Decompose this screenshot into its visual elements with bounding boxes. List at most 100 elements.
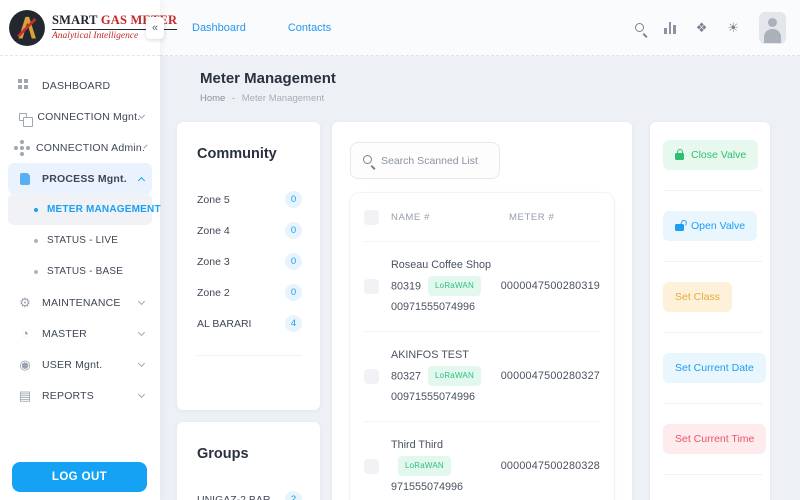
bullet-icon [34,270,38,274]
divider [663,190,762,191]
sidebar-item-master[interactable]: ◔ MASTER [8,318,152,349]
divider [663,403,762,404]
community-item-zone5[interactable]: Zone 5 0 [197,184,302,215]
topnav-contacts-link[interactable]: Contacts [288,22,331,34]
sidebar-item-status-live[interactable]: STATUS - LIVE [8,225,152,256]
sidebar-item-dashboard[interactable]: DASHBOARD [8,70,152,101]
groups-title: Groups [197,446,302,462]
chevron-down-icon [138,360,145,367]
table-row[interactable]: Third Third LoRaWAN 971555074996 00000475… [364,422,600,500]
search-box [350,142,500,179]
sidebar-collapse-button[interactable]: « [146,17,164,39]
lorawan-badge: LoRaWAN [428,276,481,296]
row-checkbox[interactable] [364,279,379,294]
set-class-button[interactable]: Set Class [663,282,732,312]
community-item-zone3[interactable]: Zone 3 0 [197,246,302,277]
sidebar-item-maintenance[interactable]: ⚙ MAINTENANCE [8,287,152,318]
community-item-zone4[interactable]: Zone 4 0 [197,215,302,246]
search-input[interactable] [381,143,496,178]
sidebar-item-process-mgnt[interactable]: PROCESS Mgnt. [8,163,152,194]
gear-icon: ⚙ [18,296,32,309]
row-checkbox[interactable] [364,459,379,474]
close-valve-button[interactable]: Close Valve [663,140,758,170]
row-checkbox[interactable] [364,369,379,384]
divider [663,332,762,333]
groups-card: Groups UNIGAZ-2 BAR 2 [177,422,320,500]
community-card: Community Zone 5 0 Zone 4 0 Zone 3 0 Zon… [177,122,320,410]
open-valve-button[interactable]: Open Valve [663,211,757,241]
sidebar-item-connection-mgnt[interactable]: CONNECTION Mgnt. [8,101,152,132]
community-item-albarari[interactable]: AL BARARI 4 [197,308,302,339]
breadcrumb-current: Meter Management [242,93,324,104]
actions-card: Close Valve Open Valve Set Class Set Cur… [650,122,770,500]
meter-list-card: NAME # METER # Roseau Coffee Shop 80319L… [332,122,632,500]
topbar: Dashboard Contacts ❖ ☀ [160,0,800,56]
chevron-down-icon [138,329,145,336]
count-badge: 0 [285,222,302,239]
lorawan-badge: LoRaWAN [398,456,451,476]
divider [663,261,762,262]
page-title: Meter Management [200,70,336,87]
sidebar-menu: DASHBOARD CONNECTION Mgnt. CONNECTION Ad… [0,56,160,411]
row-phone: 971555074996 [391,477,501,498]
grid-icon [18,84,32,88]
count-badge: 0 [285,253,302,270]
group-item-unigaz[interactable]: UNIGAZ-2 BAR 2 [197,484,302,500]
table-header: NAME # METER # [364,193,600,241]
brand-logo-icon [8,9,46,47]
col-header-name: NAME # [391,212,509,223]
bullet-icon [34,239,38,243]
lock-closed-icon [675,153,684,160]
search-icon[interactable] [635,23,644,32]
topnav-dashboard-link[interactable]: Dashboard [192,22,246,34]
set-current-date-button[interactable]: Set Current Date [663,353,766,383]
row-meter: 0000047500280328 [501,460,600,472]
count-badge: 0 [285,191,302,208]
theme-toggle-icon[interactable]: ☀ [727,21,739,34]
logout-button[interactable]: LOG OUT [12,462,147,492]
lorawan-badge: LoRaWAN [428,366,481,386]
report-icon: ▤ [18,389,32,402]
bullet-icon [34,208,38,212]
community-title: Community [197,146,302,162]
breadcrumb-home[interactable]: Home [200,93,225,104]
frames-icon [18,113,27,121]
row-meter: 0000047500280327 [501,370,600,382]
divider [663,474,762,475]
row-phone: 00971555074996 [391,297,501,318]
chevron-down-icon [138,391,145,398]
brand-logo: SMART GAS METER Analytical Intelligence [0,0,160,56]
main-content: Meter Management Home - Meter Management… [160,56,800,500]
brand-title-primary: SMART [52,13,97,27]
breadcrumb: Home - Meter Management [200,93,324,104]
dots-icon [18,146,26,150]
pie-icon: ◔ [18,327,32,340]
chevron-down-icon [138,298,145,305]
community-item-zone2[interactable]: Zone 2 0 [197,277,302,308]
row-name: Third Third [391,439,443,451]
sidebar-item-reports[interactable]: ▤ REPORTS [8,380,152,411]
chevron-up-icon [138,176,145,183]
col-header-meter: METER # [509,212,600,223]
row-meter: 0000047500280319 [501,280,600,292]
apps-icon[interactable]: ❖ [696,21,708,34]
count-badge: 2 [285,491,302,500]
table-row[interactable]: Roseau Coffee Shop 80319LoRaWAN 00971555… [364,242,600,331]
set-current-time-button[interactable]: Set Current Time [663,424,766,454]
sidebar-item-meter-management[interactable]: METER MANAGEMENT [8,194,152,225]
table-row[interactable]: AKINFOS TEST 80327LoRaWAN 00971555074996… [364,332,600,421]
chevron-down-icon [139,112,145,118]
sidebar-item-user-mgnt[interactable]: ◉ USER Mgnt. [8,349,152,380]
lock-open-icon [675,224,684,231]
divider [197,355,302,356]
user-icon: ◉ [18,358,32,371]
sidebar-item-connection-admin[interactable]: CONNECTION Admin. [8,132,152,163]
count-badge: 0 [285,284,302,301]
user-avatar[interactable] [759,12,786,44]
select-all-checkbox[interactable] [364,210,379,225]
file-icon [18,173,32,185]
meter-table: NAME # METER # Roseau Coffee Shop 80319L… [350,193,614,500]
bar-chart-icon[interactable] [664,22,676,34]
sidebar: SMART GAS METER Analytical Intelligence … [0,0,160,500]
sidebar-item-status-base[interactable]: STATUS - BASE [8,256,152,287]
